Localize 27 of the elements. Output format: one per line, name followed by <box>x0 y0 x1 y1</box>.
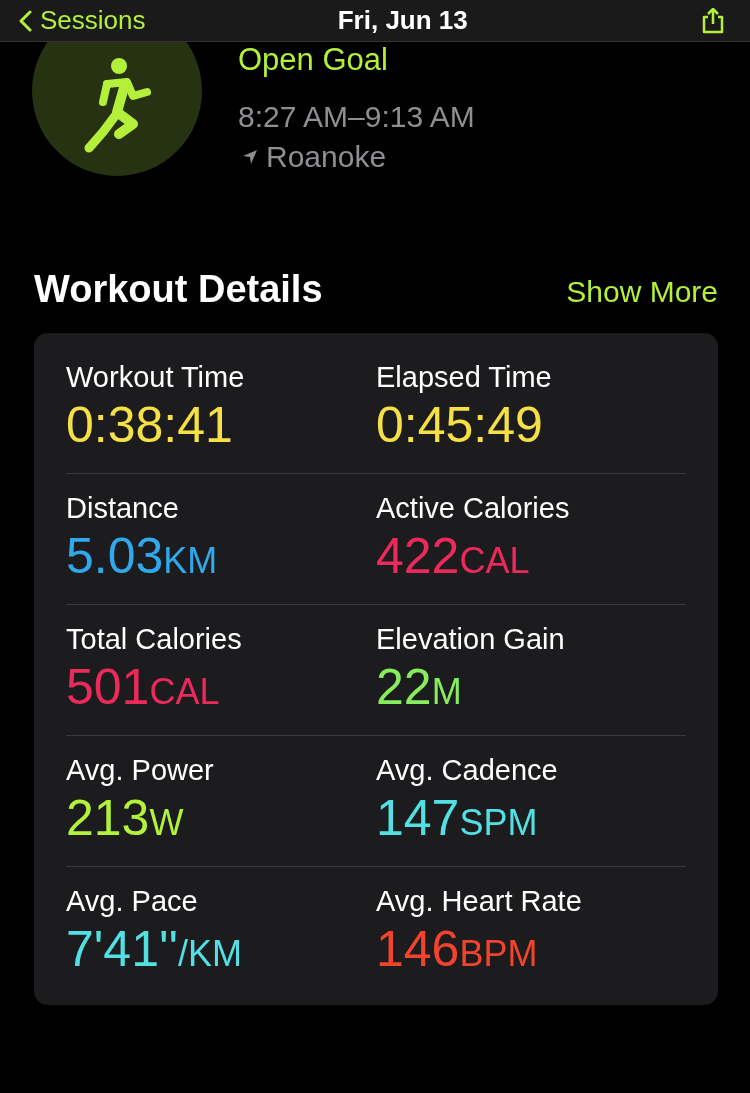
metric-label: Avg. Pace <box>66 885 199 918</box>
section-title: Workout Details <box>34 268 323 311</box>
metric-label: Avg. Heart Rate <box>376 885 583 918</box>
metric-value: 5.03KM <box>66 529 219 584</box>
metric-value: 0:45:49 <box>376 398 544 453</box>
metric-label: Elapsed Time <box>376 361 553 394</box>
metric-value: 146BPM <box>376 922 539 977</box>
show-more-link[interactable]: Show More <box>566 275 718 309</box>
metric-label: Distance <box>66 492 180 525</box>
metric-value: 422CAL <box>376 529 531 584</box>
metric-value: 22M <box>376 660 463 715</box>
metric-label: Elevation Gain <box>376 623 566 656</box>
metric-label: Total Calories <box>66 623 243 656</box>
metric-label: Active Calories <box>376 492 571 525</box>
metric-label: Avg. Cadence <box>376 754 559 787</box>
location-name: Roanoke <box>266 140 387 174</box>
time-range: 8:27 AM–9:13 AM <box>238 100 475 134</box>
nav-title: Fri, Jun 13 <box>337 5 468 36</box>
metric-value: 0:38:41 <box>66 398 234 453</box>
metric-value: 213W <box>66 791 185 846</box>
back-button[interactable]: Sessions <box>18 5 146 36</box>
metric-value: 501CAL <box>66 660 221 715</box>
metric-label: Workout Time <box>66 361 246 394</box>
metric-value: 7'41''/KM <box>66 922 244 977</box>
metric-label: Avg. Power <box>66 754 215 787</box>
workout-goal: Open Goal <box>238 42 389 78</box>
metric-value: 147SPM <box>376 791 539 846</box>
